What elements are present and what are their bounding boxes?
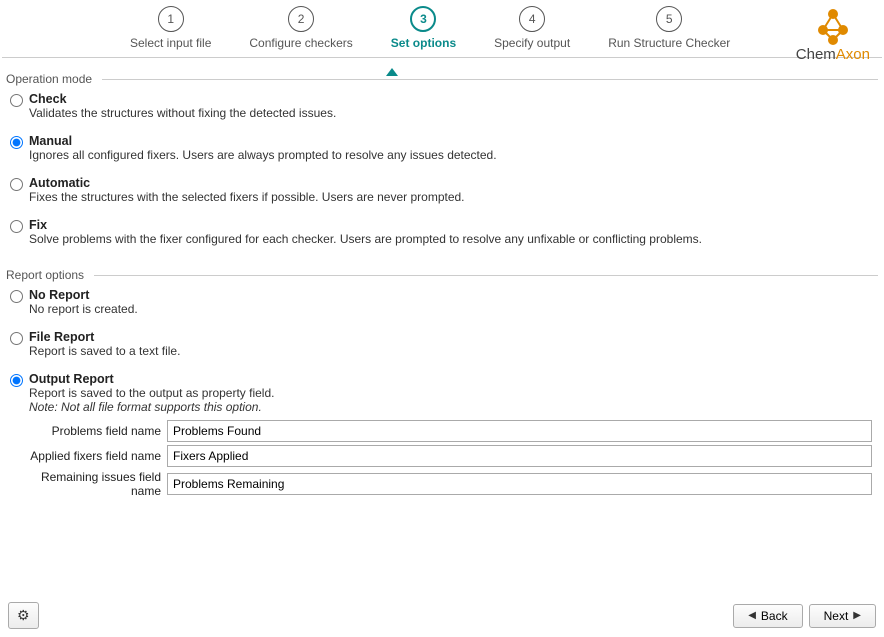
problems-field-row: Problems field name — [6, 420, 878, 442]
step-run-structure-checker[interactable]: 5 Run Structure Checker — [608, 6, 730, 50]
footer-bar: Back Next — [0, 596, 884, 637]
step-label: Select input file — [130, 36, 211, 50]
applied-fixers-field-input[interactable] — [167, 445, 872, 467]
back-button[interactable]: Back — [733, 604, 802, 628]
option-fix: Fix Solve problems with the fixer config… — [10, 218, 878, 246]
step-number: 1 — [158, 6, 184, 32]
option-title: Automatic — [29, 176, 465, 190]
option-title: Fix — [29, 218, 702, 232]
problems-field-label: Problems field name — [12, 424, 167, 438]
option-output-report: Output Report Report is saved to the out… — [10, 372, 878, 414]
step-number: 3 — [410, 6, 436, 32]
option-automatic: Automatic Fixes the structures with the … — [10, 176, 878, 204]
remaining-issues-field-row: Remaining issues field name — [6, 470, 878, 498]
chemaxon-logo: ChemAxon — [796, 6, 870, 63]
option-desc: Report is saved to the output as propert… — [29, 386, 274, 400]
step-label: Run Structure Checker — [608, 36, 730, 50]
radio-check[interactable] — [10, 94, 23, 107]
option-desc: Ignores all configured fixers. Users are… — [29, 148, 497, 162]
step-label: Specify output — [494, 36, 570, 50]
radio-manual[interactable] — [10, 136, 23, 149]
option-title: Manual — [29, 134, 497, 148]
option-no-report: No Report No report is created. — [10, 288, 878, 316]
step-label: Configure checkers — [249, 36, 352, 50]
applied-fixers-field-row: Applied fixers field name — [6, 445, 878, 467]
option-title: File Report — [29, 330, 180, 344]
option-title: Check — [29, 92, 336, 106]
next-button[interactable]: Next — [809, 604, 876, 628]
operation-mode-section-title: Operation mode — [6, 72, 878, 86]
radio-automatic[interactable] — [10, 178, 23, 191]
gear-icon — [17, 607, 30, 624]
option-desc: No report is created. — [29, 302, 138, 316]
section-rule — [102, 79, 878, 80]
option-desc: Solve problems with the fixer configured… — [29, 232, 702, 246]
section-rule — [94, 275, 878, 276]
option-title: No Report — [29, 288, 138, 302]
option-manual: Manual Ignores all configured fixers. Us… — [10, 134, 878, 162]
radio-fix[interactable] — [10, 220, 23, 233]
step-number: 2 — [288, 6, 314, 32]
radio-file-report[interactable] — [10, 332, 23, 345]
logo-icon — [813, 6, 853, 46]
option-desc: Validates the structures without fixing … — [29, 106, 336, 120]
next-label: Next — [824, 609, 849, 623]
step-number: 4 — [519, 6, 545, 32]
step-set-options[interactable]: 3 Set options — [391, 6, 456, 50]
active-step-indicator-icon — [386, 68, 398, 76]
step-number: 5 — [656, 6, 682, 32]
report-options-section-title: Report options — [6, 268, 878, 282]
step-specify-output[interactable]: 4 Specify output — [494, 6, 570, 50]
remaining-issues-field-label: Remaining issues field name — [12, 470, 167, 498]
wizard-header: 1 Select input file 2 Configure checkers… — [0, 0, 884, 51]
option-file-report: File Report Report is saved to a text fi… — [10, 330, 878, 358]
remaining-issues-field-input[interactable] — [167, 473, 872, 495]
section-label: Operation mode — [6, 72, 92, 86]
main-content: Operation mode Check Validates the struc… — [0, 58, 884, 596]
settings-button[interactable] — [8, 602, 39, 629]
back-label: Back — [761, 609, 788, 623]
step-label: Set options — [391, 36, 456, 50]
option-desc: Report is saved to a text file. — [29, 344, 180, 358]
wizard-steps: 1 Select input file 2 Configure checkers… — [130, 6, 730, 50]
applied-fixers-field-label: Applied fixers field name — [12, 449, 167, 463]
option-desc: Fixes the structures with the selected f… — [29, 190, 465, 204]
option-title: Output Report — [29, 372, 274, 386]
option-check: Check Validates the structures without f… — [10, 92, 878, 120]
step-select-input-file[interactable]: 1 Select input file — [130, 6, 211, 50]
radio-output-report[interactable] — [10, 374, 23, 387]
step-configure-checkers[interactable]: 2 Configure checkers — [249, 6, 352, 50]
section-label: Report options — [6, 268, 84, 282]
option-note: Note: Not all file format supports this … — [29, 400, 274, 414]
problems-field-input[interactable] — [167, 420, 872, 442]
logo-text: ChemAxon — [796, 46, 870, 63]
radio-no-report[interactable] — [10, 290, 23, 303]
